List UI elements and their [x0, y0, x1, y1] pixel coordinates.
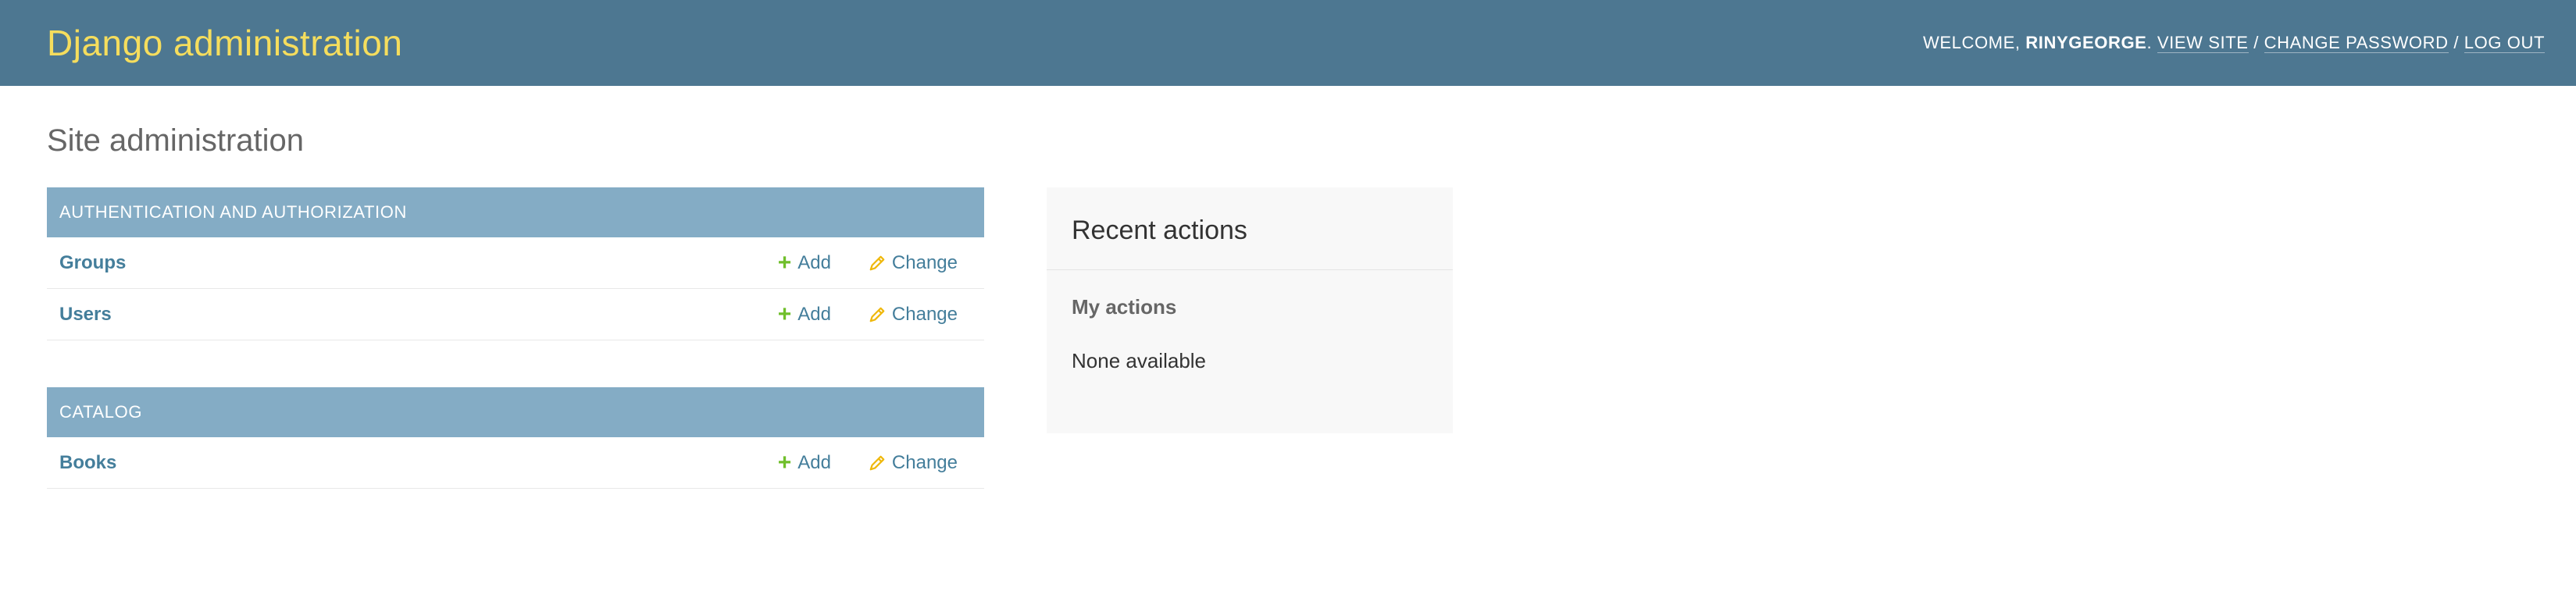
plus-icon: +: [777, 449, 792, 475]
separator: /: [2453, 33, 2460, 52]
model-actions: + Add Change: [777, 301, 972, 327]
change-label: Change: [891, 451, 958, 473]
model-link-users[interactable]: Users: [59, 304, 778, 326]
app-list: Authentication and Authorization Groups …: [47, 187, 984, 536]
change-books-button[interactable]: Change: [869, 452, 958, 474]
recent-actions-empty: None available: [1072, 349, 1207, 372]
add-label: Add: [797, 303, 831, 325]
my-actions-heading: My actions: [1072, 295, 1177, 319]
module-caption[interactable]: Authentication and Authorization: [47, 187, 984, 237]
change-password-link[interactable]: Change password: [2264, 33, 2449, 53]
recent-actions-panel: Recent actions My actions None available: [1047, 187, 1453, 433]
page-title: Site administration: [47, 123, 305, 158]
change-label: Change: [891, 251, 958, 273]
add-books-button[interactable]: + Add: [778, 451, 831, 475]
pencil-icon: [869, 455, 885, 470]
pencil-icon: [869, 307, 885, 322]
model-row-books: Books + Add Change: [47, 437, 984, 489]
model-row-groups: Groups + Add Change: [47, 237, 984, 289]
model-link-groups[interactable]: Groups: [59, 252, 778, 274]
change-groups-button[interactable]: Change: [869, 252, 958, 274]
change-users-button[interactable]: Change: [869, 304, 958, 326]
site-header: Django administration Welcome, RINYGEORG…: [0, 0, 2576, 86]
welcome-text: Welcome,: [1922, 33, 2021, 52]
separator: /: [2253, 33, 2259, 52]
add-label: Add: [797, 451, 831, 473]
model-row-users: Users + Add Change: [47, 289, 984, 340]
module-auth: Authentication and Authorization Groups …: [47, 187, 984, 340]
add-label: Add: [797, 251, 831, 273]
view-site-link[interactable]: View site: [2157, 33, 2249, 53]
main-content: Site administration Authentication and A…: [0, 86, 2576, 567]
model-actions: + Add Change: [778, 451, 972, 475]
user-tools: Welcome, RINYGEORGE. View site / Change …: [1923, 33, 2545, 53]
pencil-icon: [869, 255, 885, 270]
model-link-books[interactable]: Books: [59, 452, 778, 474]
username-suffix: .: [2146, 33, 2153, 52]
change-label: Change: [891, 303, 958, 325]
username: RINYGEORGE: [2025, 33, 2147, 52]
recent-actions-title: Recent actions: [1047, 187, 1453, 270]
site-branding[interactable]: Django administration: [47, 22, 402, 64]
content-columns: Authentication and Authorization Groups …: [47, 187, 2529, 536]
plus-icon: +: [777, 249, 792, 276]
model-actions: + Add Change: [778, 251, 972, 275]
log-out-link[interactable]: Log out: [2464, 33, 2545, 53]
module-caption[interactable]: Catalog: [47, 387, 984, 437]
module-catalog: Catalog Books + Add Chan: [47, 387, 984, 489]
plus-icon: +: [777, 301, 792, 327]
add-users-button[interactable]: + Add: [777, 301, 831, 327]
add-groups-button[interactable]: + Add: [778, 251, 831, 275]
